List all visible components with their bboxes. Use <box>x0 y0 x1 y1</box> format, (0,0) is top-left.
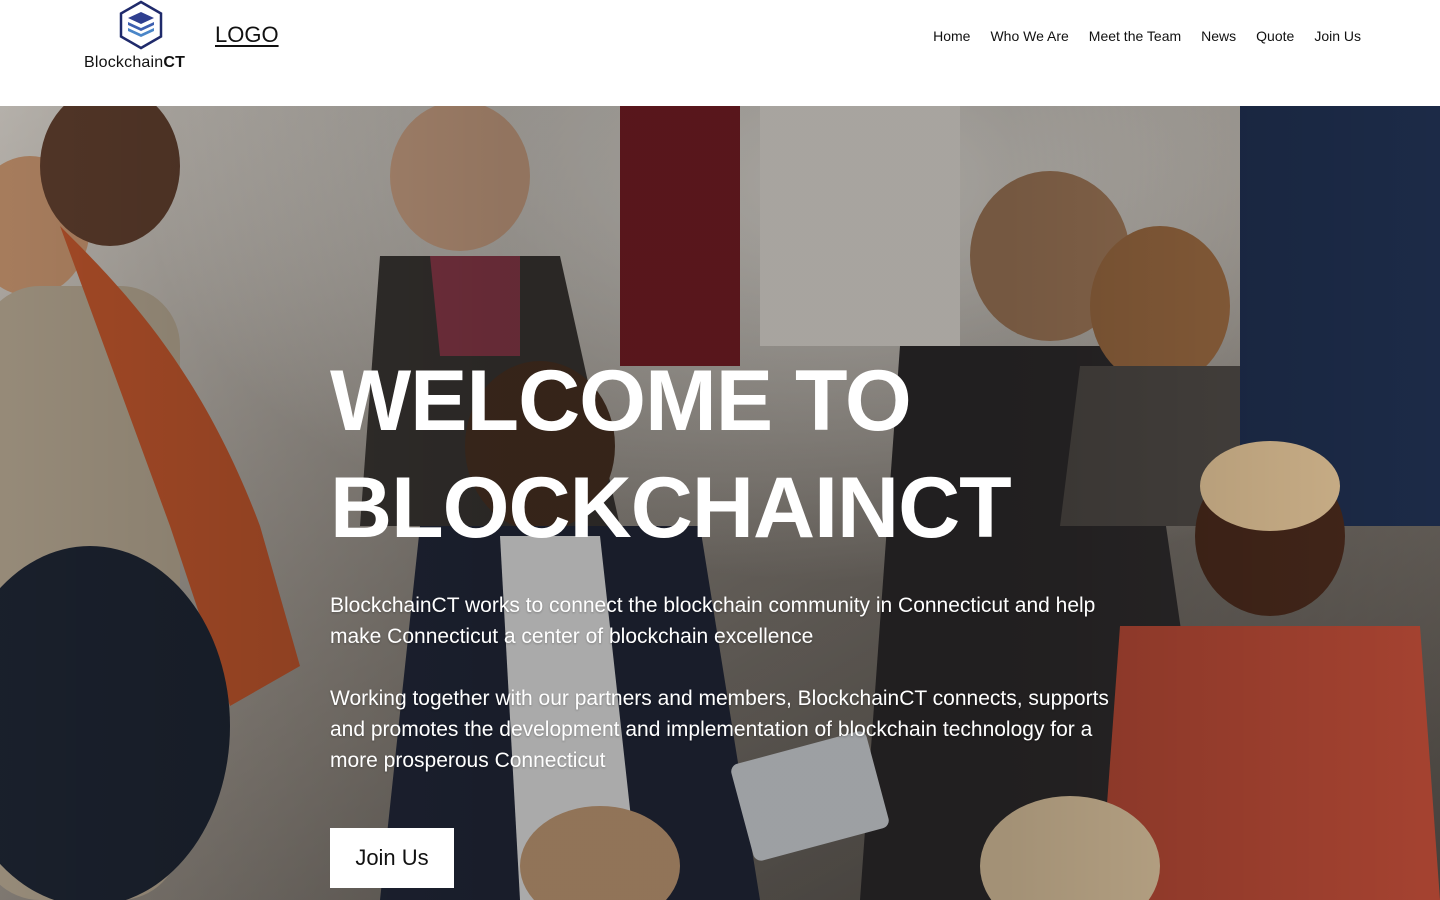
hero-content: WELCOME TO BLOCKCHAINCT BlockchainCT wor… <box>330 348 1150 776</box>
hero-paragraph-2: Working together with our partners and m… <box>330 687 1109 772</box>
nav-quote[interactable]: Quote <box>1256 28 1294 44</box>
main-nav: Home Who We Are Meet the Team News Quote… <box>933 28 1361 44</box>
logo-link[interactable]: LOGO <box>215 22 279 48</box>
hero-title-line-1: WELCOME TO <box>330 353 912 449</box>
hero-title: WELCOME TO BLOCKCHAINCT <box>330 348 1150 562</box>
hero-section: WELCOME TO BLOCKCHAINCT BlockchainCT wor… <box>0 106 1440 900</box>
nav-home[interactable]: Home <box>933 28 970 44</box>
join-us-button[interactable]: Join Us <box>330 828 454 888</box>
hero-title-line-2: BLOCKCHAINCT <box>330 460 1012 556</box>
nav-news[interactable]: News <box>1201 28 1236 44</box>
site-header: BlockchainCT LOGO Home Who We Are Meet t… <box>0 0 1440 106</box>
nav-join-us[interactable]: Join Us <box>1314 28 1361 44</box>
brand-logo[interactable]: BlockchainCT <box>84 0 200 80</box>
nav-who-we-are[interactable]: Who We Are <box>990 28 1068 44</box>
nav-meet-the-team[interactable]: Meet the Team <box>1089 28 1181 44</box>
brand-name: BlockchainCT <box>84 54 186 71</box>
stacked-layers-hexagon-icon <box>119 0 163 50</box>
hero-paragraph-1: BlockchainCT works to connect the blockc… <box>330 594 1096 648</box>
